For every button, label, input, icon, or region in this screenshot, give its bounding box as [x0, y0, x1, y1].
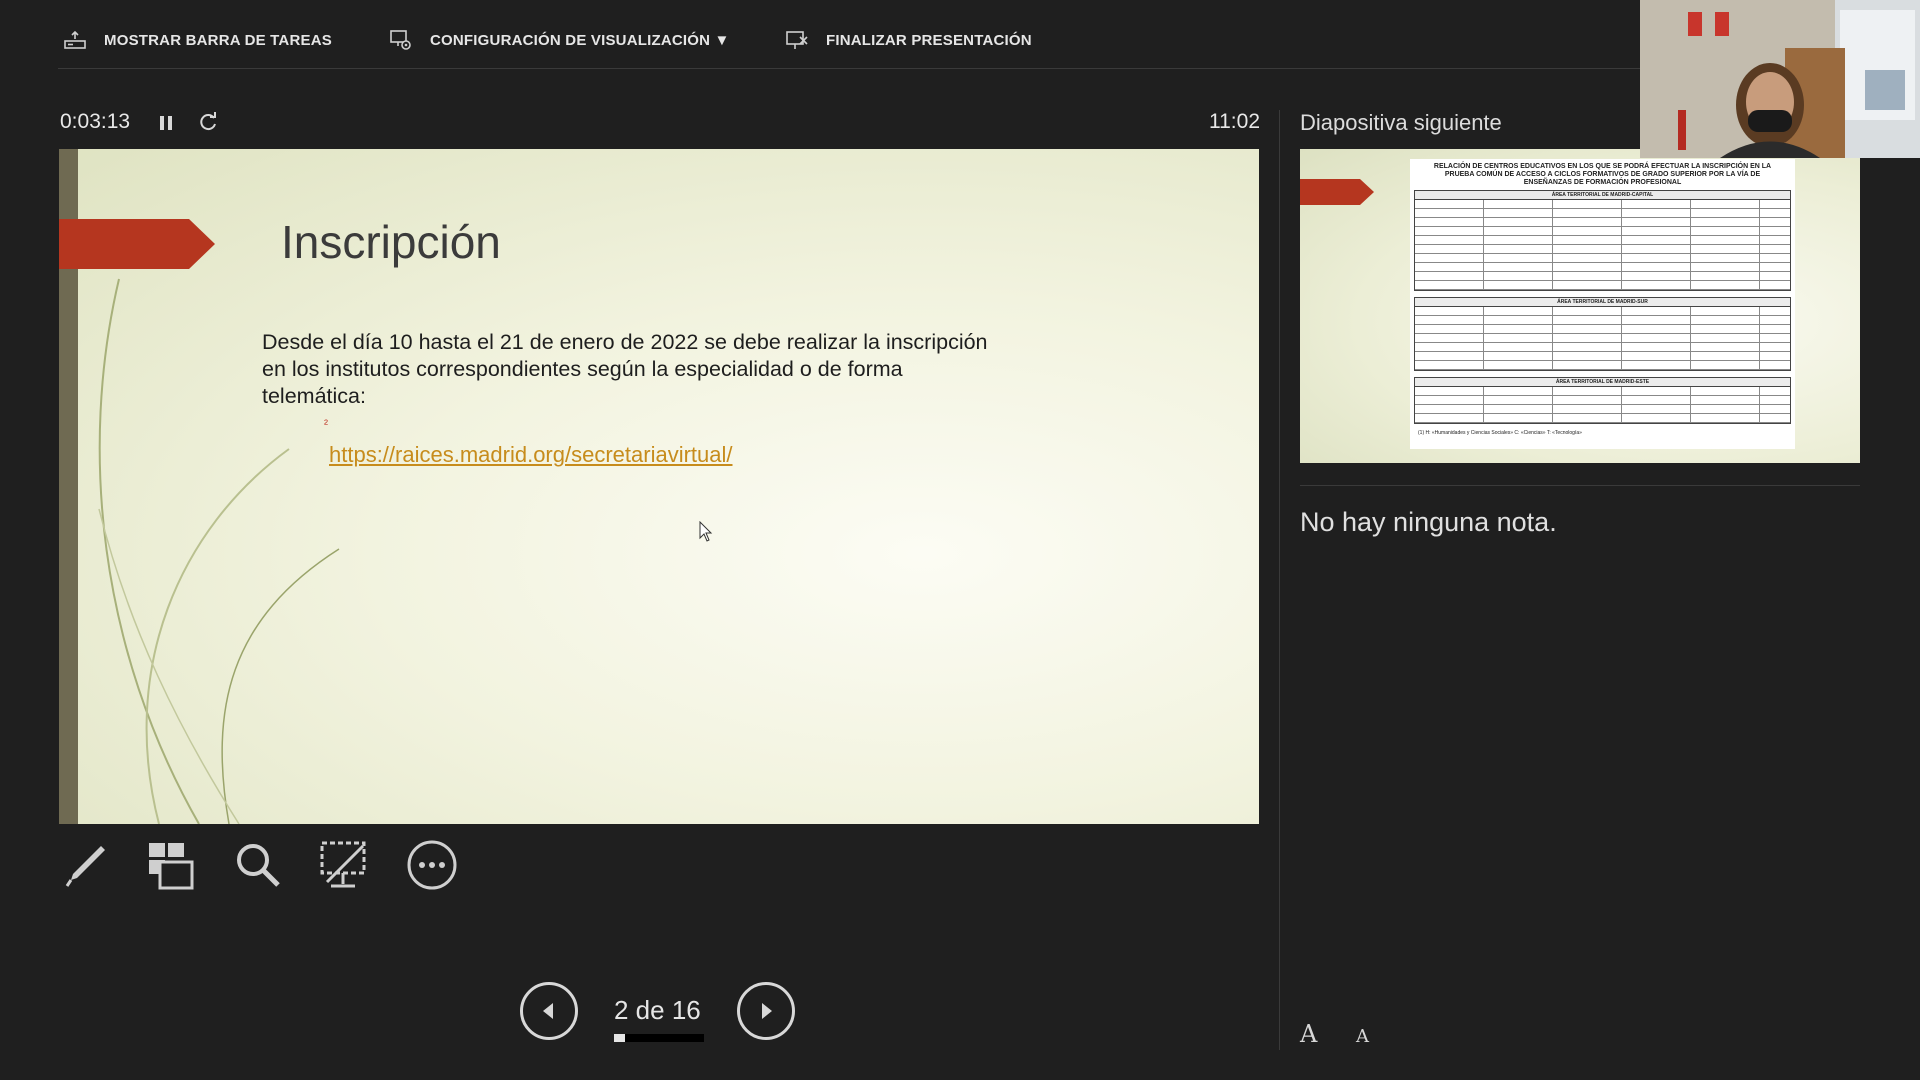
- slide-title: Inscripción: [281, 216, 501, 268]
- preview-table-3: ÁREA TERRITORIAL DE MADRID-ESTE: [1414, 377, 1791, 424]
- pause-timer-button[interactable]: [155, 112, 177, 134]
- zoom-slide-button[interactable]: [231, 838, 285, 892]
- slide-ink-mark: ²: [324, 417, 328, 431]
- pen-tool-button[interactable]: [59, 838, 113, 892]
- elapsed-timer: 0:03:13: [60, 110, 131, 133]
- previous-slide-button[interactable]: [520, 982, 578, 1040]
- previous-arrow-icon: [543, 1003, 553, 1019]
- magnifier-icon: [237, 844, 280, 887]
- webcam-person-image: [1640, 0, 1920, 158]
- preview-table-3-heading: ÁREA TERRITORIAL DE MADRID-ESTE: [1415, 378, 1790, 387]
- webcam-video: [1640, 0, 1920, 158]
- pen-icon: [65, 846, 105, 887]
- preview-doc-footnote: (1) H: «Humanidades y Ciencias Sociales»…: [1418, 430, 1582, 436]
- slide-link[interactable]: https://raices.madrid.org/secretariavirt…: [329, 442, 733, 468]
- slide-progress-bar: [614, 1034, 704, 1042]
- preview-table-1-heading: ÁREA TERRITORIAL DE MADRID-CAPITAL: [1415, 191, 1790, 200]
- show-taskbar-button[interactable]: MOSTRAR BARRA DE TAREAS: [64, 24, 332, 56]
- next-slide-label: Diapositiva siguiente: [1300, 110, 1502, 135]
- see-all-slides-button[interactable]: [144, 838, 198, 892]
- preview-document: RELACIÓN DE CENTROS EDUCATIVOS EN LOS QU…: [1410, 159, 1795, 449]
- refresh-icon: [200, 112, 216, 131]
- display-settings-label: CONFIGURACIÓN DE VISUALIZACIÓN ▼: [430, 31, 730, 49]
- slide-body-text: Desde el día 10 hasta el 21 de enero de …: [262, 330, 988, 408]
- slide-counter[interactable]: 2 de 16: [614, 995, 701, 1026]
- taskbar-icon: [64, 30, 86, 49]
- notes-divider: [1300, 485, 1860, 486]
- preview-doc-title: RELACIÓN DE CENTROS EDUCATIVOS EN LOS QU…: [1433, 163, 1772, 186]
- presenter-toolbar: MOSTRAR BARRA DE TAREAS CONFIGURACIÓN DE…: [0, 0, 1640, 70]
- preview-arrow-shape: [1300, 179, 1374, 205]
- toolbar-divider: [58, 68, 1640, 69]
- pane-divider: [1279, 110, 1280, 1050]
- more-options-button[interactable]: [405, 838, 459, 892]
- slide-grid-icon: [149, 843, 194, 890]
- end-show-button[interactable]: FINALIZAR PRESENTACIÓN: [786, 24, 1032, 56]
- monitor-gear-icon: [390, 30, 411, 50]
- increase-font-button[interactable]: A: [1300, 1020, 1317, 1048]
- next-slide-button[interactable]: [737, 982, 795, 1040]
- more-options-icon: [407, 840, 457, 890]
- display-settings-button[interactable]: CONFIGURACIÓN DE VISUALIZACIÓN ▼: [390, 24, 730, 56]
- end-show-label: FINALIZAR PRESENTACIÓN: [826, 31, 1032, 49]
- mouse-cursor-icon: [699, 521, 713, 542]
- next-arrow-icon: [762, 1003, 772, 1019]
- current-time: 11:02: [1209, 110, 1260, 133]
- title-arrow-shape: [59, 219, 215, 269]
- black-screen-button[interactable]: [317, 838, 371, 892]
- current-slide[interactable]: Inscripción Desde el día 10 hasta el 21 …: [59, 149, 1259, 824]
- preview-table-2-heading: ÁREA TERRITORIAL DE MADRID-SUR: [1415, 298, 1790, 307]
- show-taskbar-label: MOSTRAR BARRA DE TAREAS: [104, 31, 332, 49]
- speaker-notes: No hay ninguna nota.: [1300, 507, 1557, 537]
- reset-timer-button[interactable]: [196, 110, 220, 134]
- slide-progress-fill: [614, 1034, 626, 1042]
- black-screen-icon: [320, 841, 366, 888]
- decrease-font-button[interactable]: A: [1356, 1026, 1369, 1047]
- preview-table-1: ÁREA TERRITORIAL DE MADRID-CAPITAL: [1414, 190, 1791, 291]
- preview-table-2: ÁREA TERRITORIAL DE MADRID-SUR: [1414, 297, 1791, 371]
- next-slide-preview[interactable]: RELACIÓN DE CENTROS EDUCATIVOS EN LOS QU…: [1300, 149, 1860, 463]
- pause-icon: [160, 116, 172, 130]
- end-slideshow-icon: [786, 31, 808, 49]
